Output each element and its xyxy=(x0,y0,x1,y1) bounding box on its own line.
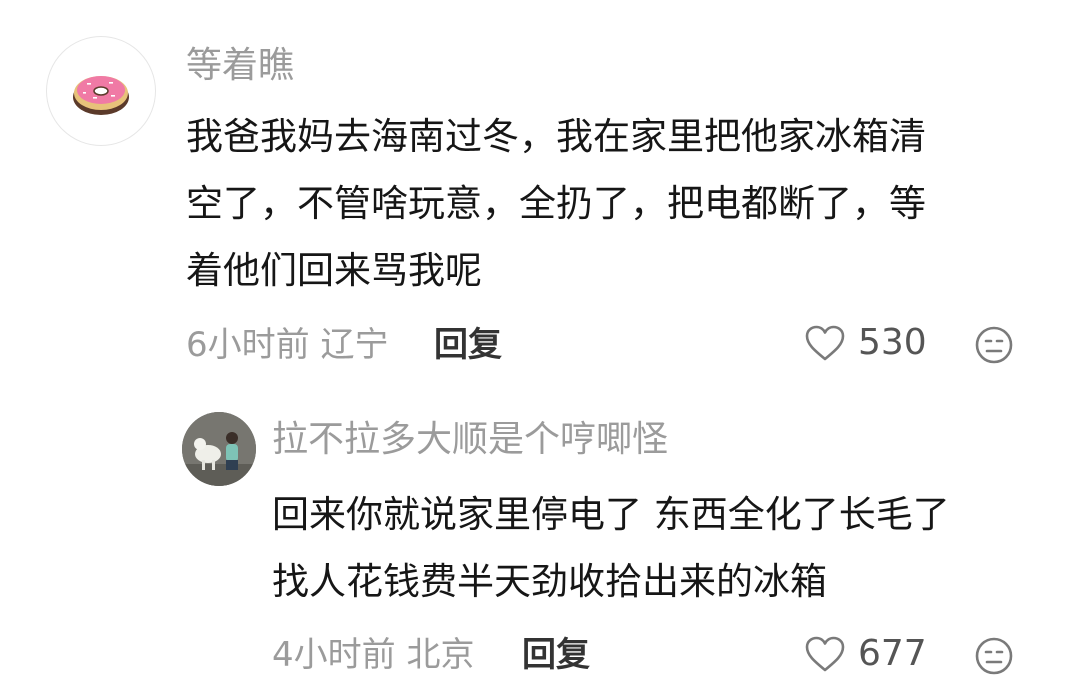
user-avatar-photo[interactable] xyxy=(182,412,256,486)
comment-username[interactable]: 拉不拉多大顺是个哼唧怪 xyxy=(272,418,668,462)
user-avatar-donut[interactable] xyxy=(46,36,156,146)
heart-outline-icon xyxy=(805,636,845,672)
heart-outline-icon xyxy=(805,325,845,361)
dislike-button[interactable] xyxy=(974,636,1014,676)
dog-child-photo-icon xyxy=(182,412,256,486)
meh-face-icon xyxy=(975,637,1013,675)
donut-icon xyxy=(73,76,129,115)
meh-face-icon xyxy=(975,326,1013,364)
comment-username[interactable]: 等着瞧 xyxy=(186,44,294,88)
reply-button[interactable]: 回复 xyxy=(522,635,590,675)
comment-text-line: 空了，不管啥玩意，全扔了，把电都断了，等 xyxy=(186,182,926,225)
comment-text-line: 找人花钱费半天劲收拾出来的冰箱 xyxy=(272,560,827,603)
comment-text-line: 回来你就说家里停电了 东西全化了长毛了 xyxy=(272,493,950,536)
comment-text-line: 我爸我妈去海南过冬，我在家里把他家冰箱清 xyxy=(186,115,926,158)
comment-text-line: 着他们回来骂我呢 xyxy=(186,249,482,292)
like-count: 530 xyxy=(858,322,927,363)
comment-text: 我爸我妈去海南过冬，我在家里把他家冰箱清 空了，不管啥玩意，全扔了，把电都断了，… xyxy=(186,103,1046,304)
like-button[interactable]: 530 xyxy=(804,323,927,363)
like-button[interactable]: 677 xyxy=(804,634,927,674)
dislike-button[interactable] xyxy=(974,325,1014,365)
reply-button[interactable]: 回复 xyxy=(434,325,502,365)
comment-time-location: 6小时前 辽宁 xyxy=(186,325,389,365)
like-count: 677 xyxy=(858,633,927,674)
comment-text: 回来你就说家里停电了 东西全化了长毛了 找人花钱费半天劲收拾出来的冰箱 xyxy=(272,481,1062,615)
comment-time-location: 4小时前 北京 xyxy=(272,635,475,675)
